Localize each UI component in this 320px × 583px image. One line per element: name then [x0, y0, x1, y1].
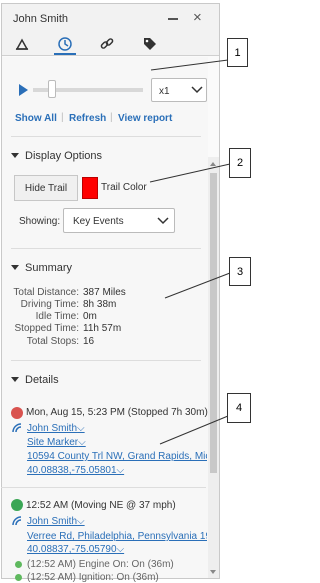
callout-badge: 3 [229, 257, 251, 286]
callout-badge: 1 [227, 38, 248, 67]
callout-lines [149, 59, 231, 445]
callout-badge: 4 [227, 393, 251, 423]
callout-badge: 2 [229, 148, 251, 178]
